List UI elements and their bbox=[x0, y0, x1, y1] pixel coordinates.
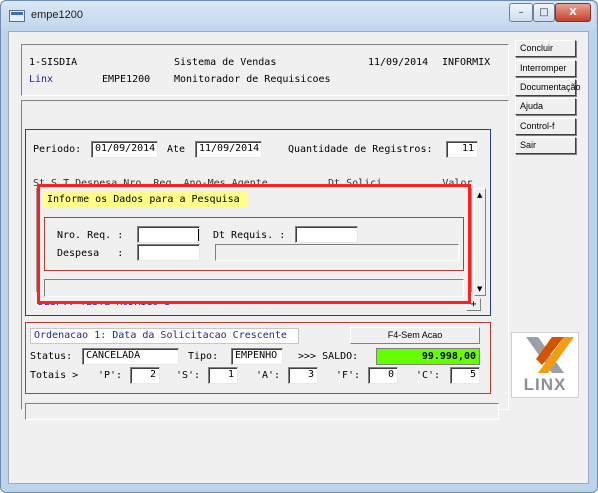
grid-scrollbar[interactable]: ▲ ▼ bbox=[474, 188, 486, 296]
linx-logo-mark bbox=[526, 337, 574, 373]
header-date: 11/09/2014 bbox=[368, 57, 429, 68]
system-code: 1-SISDIA bbox=[29, 57, 78, 68]
program-code: EMPE1200 bbox=[102, 74, 151, 85]
total-c-field: 5 bbox=[450, 367, 480, 384]
status-field: CANCELADA bbox=[82, 348, 179, 365]
screen-subtitle: Monitorador de Requisicoes bbox=[174, 74, 331, 85]
title-bar[interactable]: empe1200 – □ X bbox=[1, 1, 595, 31]
total-s-label: 'S': bbox=[176, 370, 201, 381]
period-to-field[interactable]: 11/09/2014 bbox=[195, 141, 262, 158]
window-title: empe1200 bbox=[31, 9, 83, 21]
summary-box: Ordenacao 1: Data da Solicitacao Crescen… bbox=[25, 322, 491, 394]
period-from-field[interactable]: 01/09/2014 bbox=[91, 141, 158, 158]
expense-description-field bbox=[215, 244, 459, 261]
until-label: Ate bbox=[167, 144, 186, 155]
search-fields-box: Nro. Req. : Dt Requis. : Despesa : bbox=[44, 217, 464, 271]
expense-label: Despesa : bbox=[57, 248, 124, 259]
total-f-field: 0 bbox=[368, 367, 398, 384]
total-a-field: 3 bbox=[288, 367, 318, 384]
dialog-message-bar bbox=[44, 279, 464, 297]
sidebar: Concluir Interromper Documentação Ajuda … bbox=[515, 40, 581, 170]
client-area: 1-SISDIA Sistema de Vendas 11/09/2014 IN… bbox=[8, 31, 589, 484]
interromper-button[interactable]: Interromper bbox=[515, 60, 576, 77]
totals-label: Totais > bbox=[30, 370, 79, 381]
req-number-input[interactable] bbox=[137, 226, 200, 243]
order-label: Ordenacao 1: Data da Solicitacao Crescen… bbox=[30, 328, 299, 344]
text-cursor bbox=[198, 229, 199, 241]
linx-logo: LINX bbox=[511, 332, 579, 398]
expense-input[interactable] bbox=[137, 244, 200, 261]
balance-field: 99.998,00 bbox=[376, 348, 480, 365]
req-number-label: Nro. Req. : bbox=[57, 230, 124, 241]
database-name: INFORMIX bbox=[442, 57, 491, 68]
total-p-label: 'P': bbox=[98, 370, 123, 381]
type-field: EMPENHO bbox=[231, 348, 283, 365]
type-label: Tipo: bbox=[188, 351, 219, 362]
balance-label: >>> SALDO: bbox=[298, 351, 359, 362]
app-icon bbox=[9, 10, 25, 22]
status-bar bbox=[25, 403, 499, 420]
search-dialog: Informe os Dados para a Pesquisa Nro. Re… bbox=[37, 184, 471, 304]
ajuda-button[interactable]: Ajuda bbox=[515, 98, 576, 115]
maximize-button[interactable]: □ bbox=[533, 3, 555, 22]
minimize-button[interactable]: – bbox=[509, 3, 533, 22]
req-date-input[interactable] bbox=[295, 226, 358, 243]
record-count-field: 11 bbox=[446, 141, 478, 158]
status-label: Status: bbox=[30, 351, 73, 362]
documentacao-button[interactable]: Documentação bbox=[515, 79, 581, 96]
scroll-up-icon[interactable]: ▲ bbox=[477, 191, 482, 199]
linx-logo-text: LINX bbox=[523, 375, 567, 394]
record-count-label: Quantidade de Registros: bbox=[288, 144, 433, 155]
concluir-button[interactable]: Concluir bbox=[515, 40, 576, 57]
total-c-label: 'C': bbox=[416, 370, 441, 381]
brand-label: Linx bbox=[29, 74, 54, 85]
sair-button[interactable]: Sair bbox=[515, 137, 576, 154]
total-p-field: 2 bbox=[130, 367, 160, 384]
header-panel: 1-SISDIA Sistema de Vendas 11/09/2014 IN… bbox=[21, 44, 509, 96]
total-s-field: 1 bbox=[208, 367, 238, 384]
total-f-label: 'F': bbox=[336, 370, 361, 381]
scroll-down-icon[interactable]: ▼ bbox=[477, 285, 482, 293]
search-dialog-title: Informe os Dados para a Pesquisa bbox=[44, 192, 247, 208]
period-label: Periodo: bbox=[33, 144, 82, 155]
req-date-label: Dt Requis. : bbox=[213, 230, 286, 241]
close-button[interactable]: X bbox=[555, 3, 591, 22]
app-name: Sistema de Vendas bbox=[174, 57, 277, 68]
control-f-button[interactable]: Control-f bbox=[515, 118, 576, 135]
f4-button[interactable]: F4-Sem Acao bbox=[350, 327, 480, 344]
total-a-label: 'A': bbox=[256, 370, 281, 381]
